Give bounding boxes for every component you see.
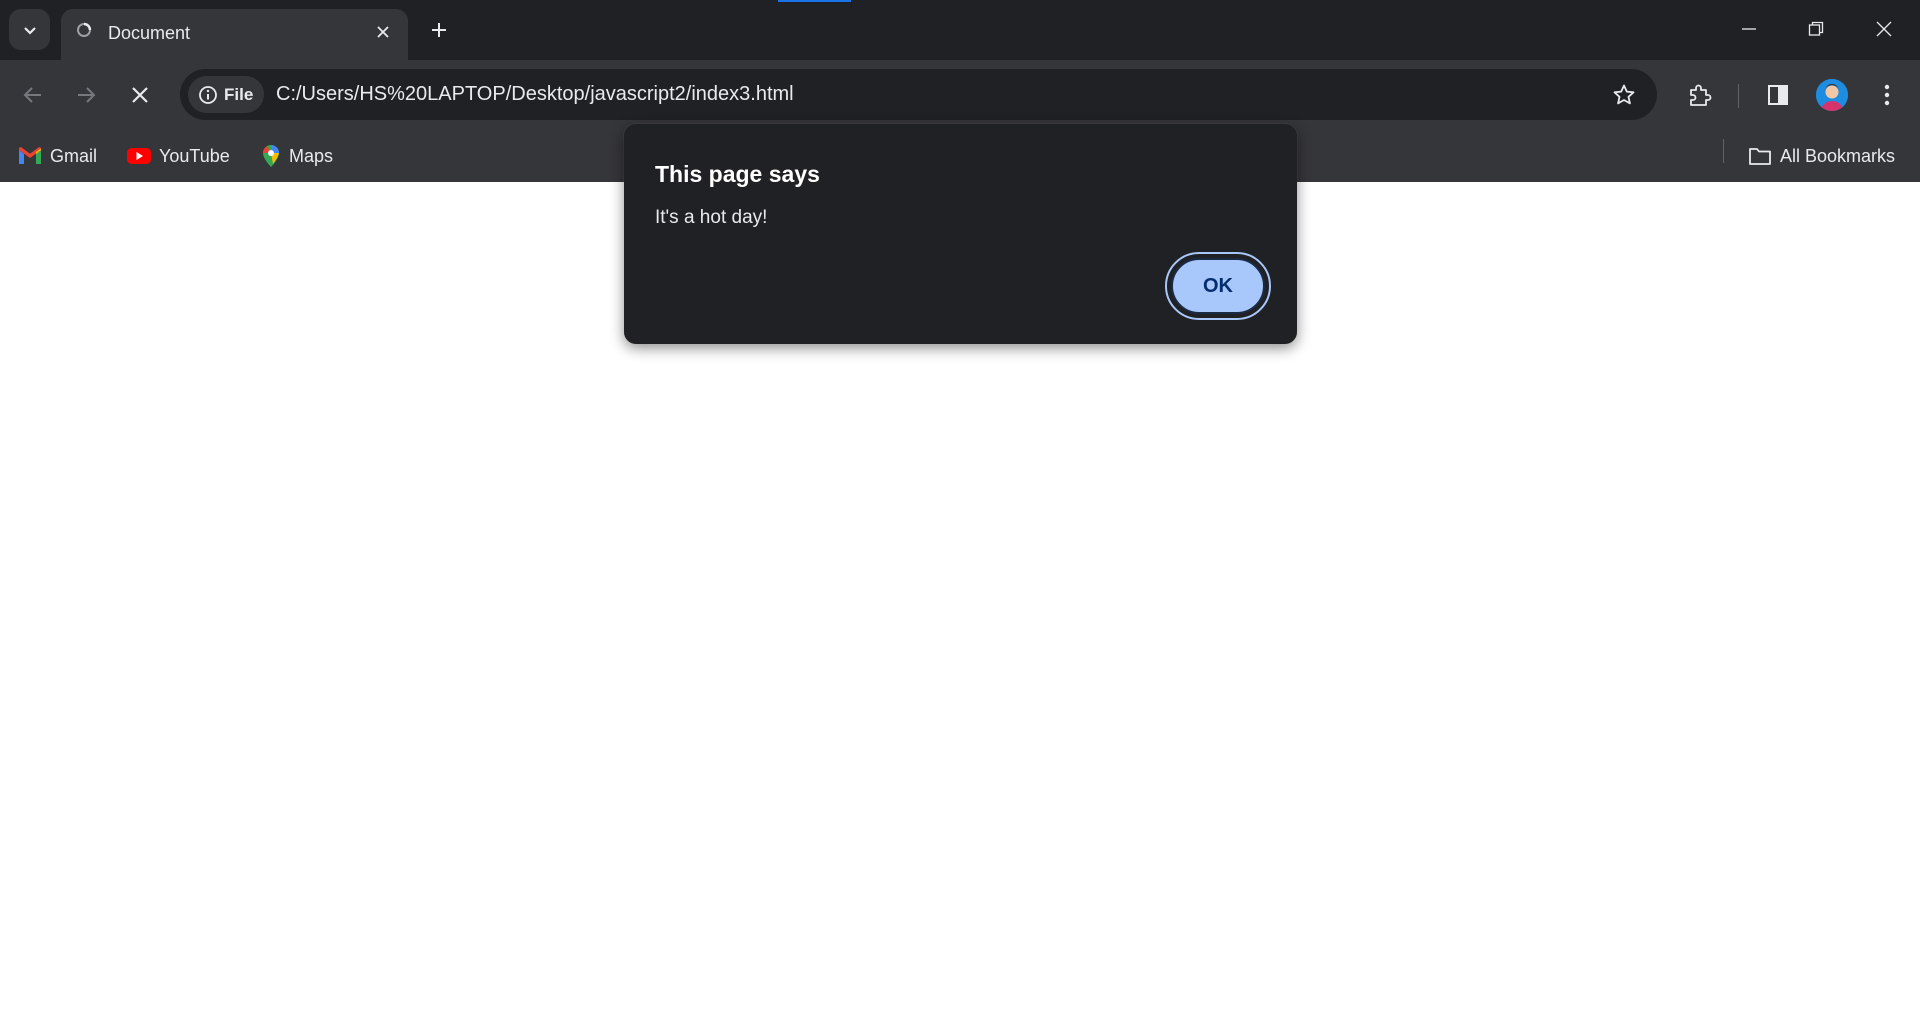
dialog-title: This page says [655,161,820,187]
puzzle-icon [1690,84,1712,106]
bookmark-youtube[interactable]: YouTube [127,140,230,172]
close-icon [1876,21,1892,37]
toolbar-divider [1738,84,1739,108]
bookmark-star-button[interactable] [1608,79,1640,111]
side-panel-icon [1768,85,1788,105]
loading-spinner-icon [77,22,92,37]
close-icon [132,87,148,103]
bookmarks-divider [1723,139,1724,163]
ok-button[interactable]: OK [1171,258,1265,314]
site-info-chip[interactable]: File [188,76,264,113]
close-icon [377,26,389,38]
stop-loading-button[interactable] [119,74,161,116]
dialog-message: It's a hot day! [655,207,768,228]
bookmark-label: Maps [289,145,334,166]
minimize-icon [1742,28,1756,30]
folder-icon [1749,148,1771,165]
maps-icon [263,145,279,167]
profile-avatar-icon [1816,79,1848,111]
minimize-button[interactable] [1728,8,1770,50]
restore-button[interactable] [1795,8,1837,50]
info-icon [199,85,217,104]
arrow-left-icon [23,87,41,103]
tab-document[interactable]: Document [61,9,408,60]
gmail-icon [19,147,41,164]
avatar[interactable] [1816,79,1848,111]
toolbar: File C:/Users/HS%20LAPTOP/Desktop/javasc… [0,60,1920,130]
loading-indicator [778,0,851,2]
new-tab-button[interactable] [424,15,454,45]
tab-close-button[interactable] [370,19,396,45]
chevron-down-icon [23,26,36,35]
side-panel-button[interactable] [1757,74,1799,116]
url-text[interactable]: C:/Users/HS%20LAPTOP/Desktop/javascript2… [276,82,794,106]
extensions-button[interactable] [1679,74,1721,116]
all-bookmarks-button[interactable]: All Bookmarks [1748,140,1895,172]
tab-search-button[interactable] [9,9,50,50]
all-bookmarks-label: All Bookmarks [1780,145,1896,166]
star-icon [1613,84,1635,105]
arrow-right-icon [78,87,96,103]
bookmark-maps[interactable]: Maps [261,140,333,172]
forward-button[interactable] [65,74,107,116]
bookmark-label: Gmail [50,145,98,166]
youtube-icon [127,148,151,164]
site-info-label: File [224,84,254,104]
bookmark-label: YouTube [159,145,230,166]
restore-icon [1808,21,1824,36]
plus-icon [432,23,446,37]
tab-title: Document [108,23,191,43]
window-close-button[interactable] [1863,8,1905,50]
more-vertical-icon [1884,84,1890,106]
menu-button[interactable] [1866,74,1908,116]
address-bar[interactable]: File C:/Users/HS%20LAPTOP/Desktop/javasc… [180,69,1657,120]
alert-dialog: This page says It's a hot day! OK [624,124,1297,344]
bookmark-gmail[interactable]: Gmail [18,140,97,172]
tab-strip: Document [0,0,1920,60]
back-button[interactable] [12,74,54,116]
